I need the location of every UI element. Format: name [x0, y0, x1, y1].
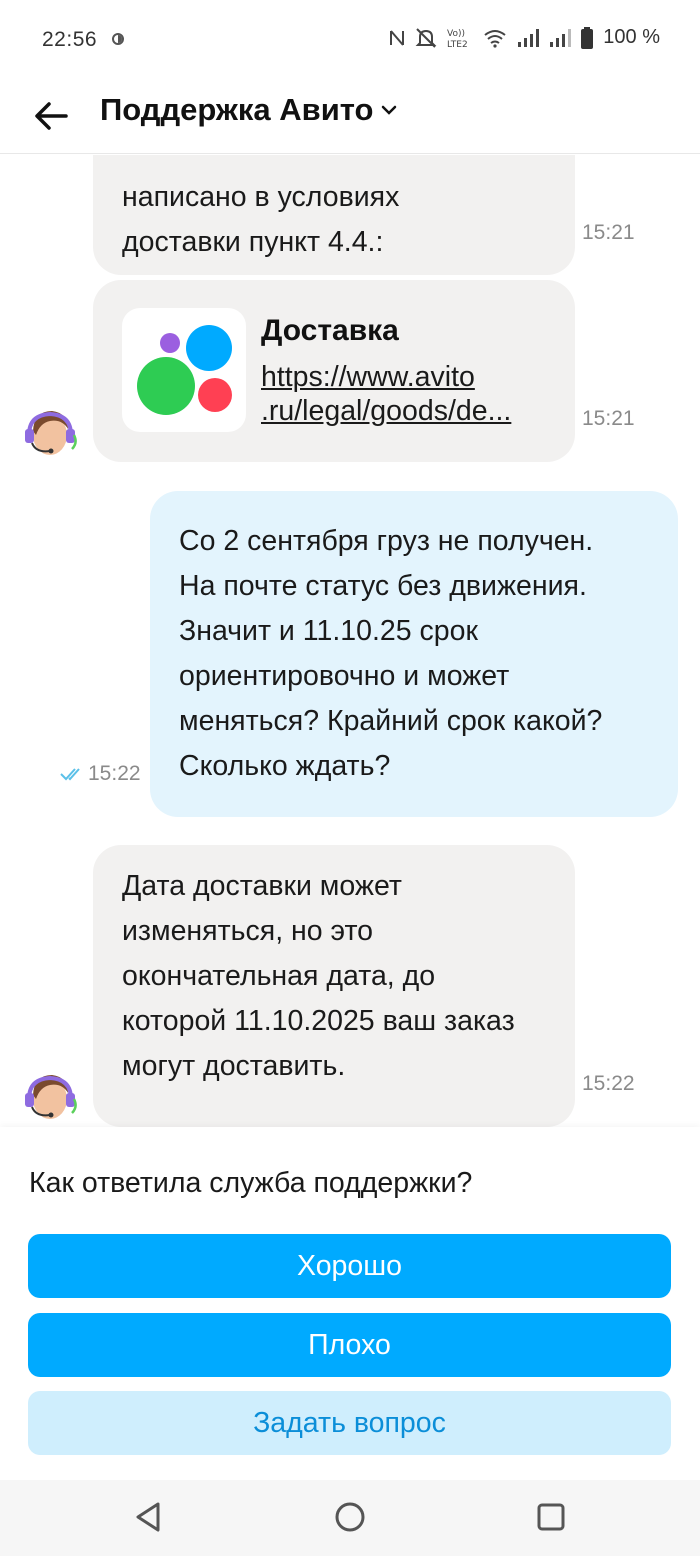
data-saver-icon — [112, 33, 124, 45]
rate-bad-button[interactable]: Плохо — [28, 1313, 671, 1377]
ask-question-button[interactable]: Задать вопрос — [28, 1391, 671, 1455]
read-checkmarks-icon — [60, 768, 80, 781]
battery-level: 100 % — [603, 26, 660, 48]
chat-title-button[interactable]: Поддержка Авито — [100, 92, 398, 128]
chevron-down-icon — [381, 105, 396, 115]
rating-question: Как ответила служба поддержки? — [29, 1167, 473, 1199]
message-text: написано в условиях доставки пункт 4.4.: — [122, 181, 400, 258]
outgoing-message[interactable]: Со 2 сентября груз не получен. На почте … — [150, 491, 678, 817]
message-time: 15:22 — [582, 1072, 635, 1095]
system-nav-bar — [0, 1480, 700, 1556]
nfc-icon — [390, 29, 405, 46]
nav-home-icon[interactable] — [333, 1500, 367, 1534]
link-url[interactable]: https://www.avito .ru/legal/goods/de... — [261, 360, 553, 428]
status-time: 22:56 — [42, 28, 98, 51]
rate-good-button[interactable]: Хорошо — [28, 1234, 671, 1298]
signal-icon — [518, 28, 540, 47]
wifi-icon — [484, 29, 506, 48]
mute-bell-icon — [415, 27, 437, 48]
chat-title: Поддержка Авито — [100, 92, 374, 127]
signal-icon-2 — [550, 28, 572, 47]
support-avatar — [22, 405, 78, 463]
message-time: 15:21 — [582, 221, 635, 244]
link-preview-message[interactable]: Доставка https://www.avito .ru/legal/goo… — [93, 280, 575, 462]
status-icons: Vo)) LTE2 100 % — [389, 26, 660, 49]
link-title: Доставка — [261, 314, 399, 347]
message-time: 15:22 — [88, 762, 141, 785]
support-avatar — [22, 1069, 78, 1127]
nav-back-icon[interactable] — [132, 1500, 164, 1534]
avito-logo-icon — [122, 308, 246, 432]
svg-text:LTE2: LTE2 — [447, 40, 468, 49]
support-rating-panel: Как ответила служба поддержки? Хорошо Пл… — [0, 1127, 700, 1480]
chat-messages[interactable]: написано в условиях доставки пункт 4.4.:… — [0, 155, 700, 1127]
arrow-left-icon — [35, 102, 68, 130]
battery-icon — [581, 26, 594, 49]
volte-icon: Vo))LTE2 — [447, 29, 468, 49]
message-text: Дата доставки может изменяться, но это о… — [122, 870, 515, 1082]
back-button[interactable] — [30, 94, 74, 138]
chat-header: Поддержка Авито — [0, 80, 700, 154]
nav-recent-apps-icon[interactable] — [536, 1502, 566, 1532]
incoming-message[interactable]: написано в условиях доставки пункт 4.4.: — [93, 155, 575, 275]
incoming-message[interactable]: Дата доставки может изменяться, но это о… — [93, 845, 575, 1127]
status-bar: 22:56 Vo)) LTE2 100 % — [0, 0, 700, 80]
svg-text:Vo)): Vo)) — [447, 29, 465, 39]
message-time: 15:21 — [582, 407, 635, 430]
message-text: Со 2 сентября груз не получен. На почте … — [179, 525, 603, 782]
